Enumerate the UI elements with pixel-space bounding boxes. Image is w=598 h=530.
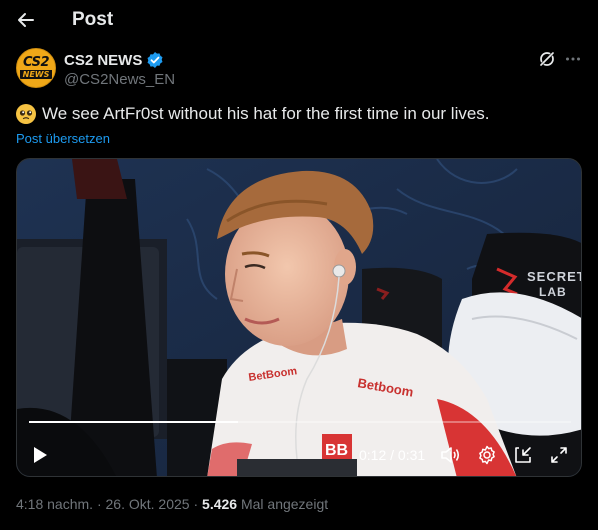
verified-badge-icon [147,52,163,68]
meta-separator: · [96,496,102,512]
video-progress-fill [29,421,238,423]
avatar[interactable]: CS2 NEWS [16,48,56,88]
video-time: 0:12 / 0:31 [359,447,425,463]
arrow-left-icon [18,13,34,27]
video-player[interactable]: SECRET LAB BetBoom Betboom BB 0:12 / 0:3… [16,158,582,477]
translate-post-link[interactable]: Post übersetzen [16,131,110,146]
duration: 0:31 [397,447,426,463]
chair-text-secret: SECRET [527,269,582,284]
views-count: 5.426 [202,496,238,512]
post-metadata: 4:18 nachm. · 26. Okt. 2025 · 5.426 Mal … [16,496,328,512]
gear-icon [479,445,495,465]
avatar-line1: CS2 [23,55,50,70]
video-progress-bar[interactable] [29,421,571,423]
post-body: We see ArtFr0st without his hat for the … [42,104,490,123]
grok-icon [538,50,556,68]
volume-button[interactable] [439,442,463,468]
author-name-row[interactable]: CS2 NEWS [64,51,164,69]
top-bar: Post [0,0,598,40]
meta-separator-2: · [193,496,199,512]
play-icon [34,447,47,463]
fullscreen-button[interactable] [547,442,571,468]
time-separator: / [390,447,395,463]
avatar-line2: NEWS [19,70,53,79]
back-button[interactable] [12,6,40,34]
author-name[interactable]: CS2 NEWS [64,52,142,69]
settings-button[interactable] [475,442,499,468]
chair-text-lab: LAB [539,285,567,299]
video-frame: SECRET LAB BetBoom Betboom BB [17,159,582,476]
grok-button[interactable] [536,48,558,70]
views-label: Mal angezeigt [240,496,329,512]
volume-icon [441,447,460,463]
more-horizontal-icon [566,57,580,61]
post-text: We see ArtFr0st without his hat for the … [16,104,490,124]
pleading-face-icon [16,104,36,124]
picture-in-picture-button[interactable] [511,442,535,468]
author-handle[interactable]: @CS2News_EN [64,71,175,88]
post-date[interactable]: 26. Okt. 2025 [106,496,190,512]
fullscreen-icon [551,447,567,463]
jersey-logo: BB [325,442,348,459]
more-options-button[interactable] [562,48,584,70]
page-title: Post [72,9,114,30]
post-time[interactable]: 4:18 nachm. [16,496,93,512]
current-time: 0:12 [359,447,387,463]
minimize-player-icon [515,447,531,463]
play-button[interactable] [29,442,51,468]
